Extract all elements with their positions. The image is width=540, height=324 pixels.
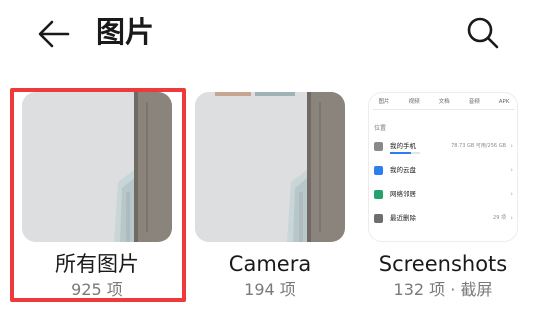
preview-row-label: 网络邻居 xyxy=(390,190,416,198)
preview-tab: APK xyxy=(498,99,510,105)
album-count: 132 项 xyxy=(393,280,446,299)
preview-row-label: 我的云盘 xyxy=(390,166,416,174)
album-thumbnail xyxy=(22,92,172,242)
preview-tab: 音频 xyxy=(468,99,480,105)
search-button[interactable] xyxy=(462,12,502,52)
trash-icon xyxy=(374,214,383,223)
album-count: 925 项 xyxy=(71,280,123,299)
preview-divider xyxy=(373,109,515,110)
album-thumbnail: 图片 视频 文档 音频 APK 位置 我的手机 78.73 GB 可用/256 … xyxy=(368,92,518,242)
preview-row-cloud: 我的云盘 › xyxy=(374,163,514,179)
arrow-left-icon xyxy=(38,20,70,48)
preview-tab: 图片 xyxy=(378,99,390,105)
top-bar: 图片 xyxy=(0,0,540,66)
preview-tab: 视频 xyxy=(408,99,420,105)
chevron-right-icon: › xyxy=(510,214,513,222)
album-thumbnail xyxy=(195,92,345,242)
back-button[interactable] xyxy=(34,14,74,54)
chevron-right-icon: › xyxy=(510,142,513,150)
preview-row-value: 29 项 xyxy=(493,215,506,221)
preview-row-value: 78.73 GB 可用/256 GB xyxy=(451,143,506,149)
album-name: Camera xyxy=(228,252,312,276)
phone-icon xyxy=(374,142,383,151)
album-name: Screenshots xyxy=(378,252,508,276)
cloud-icon xyxy=(374,166,383,175)
album-name: 所有图片 xyxy=(55,252,139,276)
search-icon xyxy=(467,17,499,49)
preview-tabs: 图片 视频 文档 音频 APK xyxy=(369,95,517,109)
album-tag: 截屏 xyxy=(460,280,493,299)
preview-row-network: 网络邻居 › xyxy=(374,187,514,203)
album-count: 194 项 xyxy=(244,280,296,299)
chevron-right-icon: › xyxy=(510,166,513,174)
album-separator: · xyxy=(450,280,456,299)
wall-photo-image xyxy=(195,92,345,242)
preview-row-trash: 最近删除 29 项 › xyxy=(374,211,514,227)
page-title: 图片 xyxy=(96,15,155,49)
chevron-right-icon: › xyxy=(510,190,513,198)
preview-section-title: 位置 xyxy=(374,125,387,132)
preview-tab: 文档 xyxy=(438,99,450,105)
network-icon xyxy=(374,190,383,199)
preview-row-phone: 我的手机 78.73 GB 可用/256 GB › xyxy=(374,139,514,155)
wall-photo-image xyxy=(22,92,172,242)
storage-progress-bar xyxy=(390,152,420,154)
preview-row-label: 最近删除 xyxy=(390,214,416,222)
